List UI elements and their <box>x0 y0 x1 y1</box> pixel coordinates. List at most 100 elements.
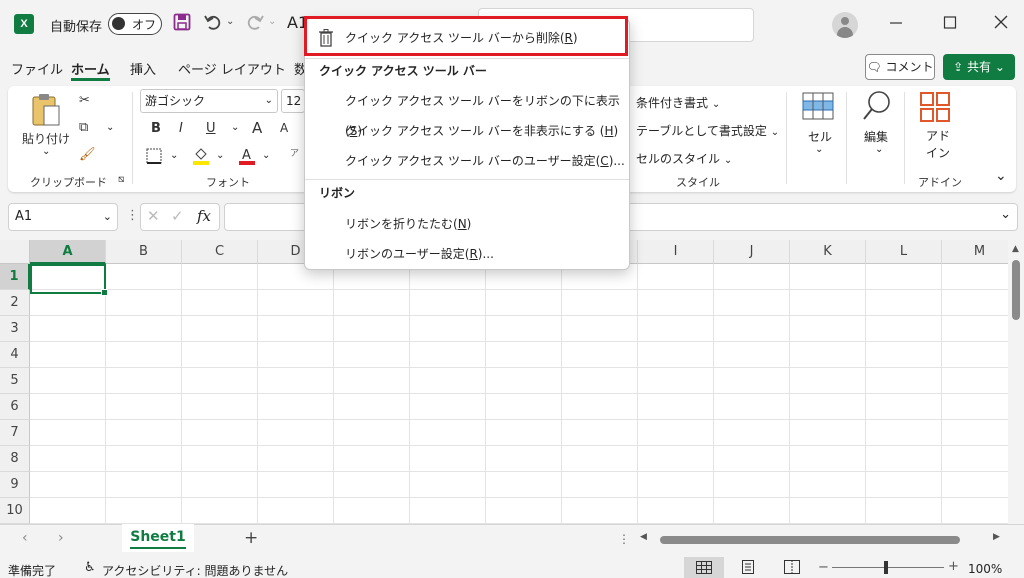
borders-dropdown-icon[interactable]: ⌄ <box>170 150 178 161</box>
scroll-up-icon[interactable]: ▲ <box>1012 244 1019 254</box>
row-header[interactable]: 3 <box>0 316 30 342</box>
font-size-select[interactable]: 12 <box>281 89 305 113</box>
hide-qat-item[interactable]: クイック アクセス ツール バーを非表示にする (H) <box>305 116 629 146</box>
column-header[interactable]: B <box>106 240 182 264</box>
autosave-toggle[interactable]: オフ <box>108 13 162 35</box>
undo-icon[interactable] <box>202 12 224 36</box>
fill-dropdown-icon[interactable]: ⌄ <box>216 150 224 161</box>
undo-dropdown-icon[interactable]: ⌄ <box>226 16 234 27</box>
maximize-icon[interactable] <box>940 13 960 35</box>
tab-home[interactable]: ホーム <box>71 59 110 81</box>
tab-insert[interactable]: 挿入 <box>130 59 156 81</box>
show-qat-below-ribbon-item[interactable]: クイック アクセス ツール バーをリボンの下に表示(S) <box>305 86 629 138</box>
column-header[interactable]: I <box>638 240 714 264</box>
zoom-slider-thumb[interactable] <box>884 561 888 574</box>
tab-page-layout[interactable]: ページ レイアウト <box>178 59 286 81</box>
page-break-view-icon[interactable] <box>784 560 800 577</box>
format-painter-icon[interactable]: 🖌 <box>79 147 96 162</box>
page-layout-view-icon[interactable] <box>740 560 756 577</box>
normal-view-button[interactable] <box>684 557 724 578</box>
font-color-dropdown-icon[interactable]: ⌄ <box>262 150 270 161</box>
column-header[interactable]: A <box>30 240 106 264</box>
avatar[interactable] <box>832 12 858 38</box>
row-header[interactable]: 5 <box>0 368 30 394</box>
copy-icon[interactable]: ⧉ <box>79 120 88 135</box>
worksheet-grid[interactable] <box>0 240 1024 524</box>
close-icon[interactable] <box>991 12 1011 36</box>
scroll-left-icon[interactable]: ◀ <box>640 532 647 542</box>
share-button[interactable]: ⇪ 共有 ⌄ <box>943 54 1015 80</box>
redo-icon[interactable] <box>244 12 266 36</box>
search-icon[interactable] <box>862 90 892 125</box>
accessibility-status[interactable]: アクセシビリティ: 問題ありません <box>102 562 288 578</box>
ribbon-expand-icon[interactable]: ⌄ <box>995 168 1007 184</box>
redo-dropdown-icon[interactable]: ⌄ <box>268 16 276 27</box>
row-header[interactable]: 7 <box>0 420 30 446</box>
cut-icon[interactable]: ✂ <box>79 93 90 108</box>
paste-icon[interactable] <box>30 92 62 131</box>
addins-icon[interactable] <box>920 92 950 125</box>
cells-icon[interactable] <box>802 92 834 123</box>
zoom-out-icon[interactable]: − <box>818 560 829 575</box>
cancel-icon[interactable]: ✕ <box>147 207 160 225</box>
column-header[interactable]: M <box>942 240 1018 264</box>
collapse-ribbon-item[interactable]: リボンを折りたたむ(N) <box>305 209 629 239</box>
editing-label[interactable]: 編集 <box>864 128 888 145</box>
zoom-slider[interactable] <box>832 567 944 568</box>
conditional-format-button[interactable]: 条件付き書式 ⌄ <box>636 94 720 111</box>
sheet-tab[interactable]: Sheet1 <box>122 524 194 552</box>
enter-icon[interactable]: ✓ <box>171 207 184 225</box>
more-icon[interactable]: ⋮ <box>618 532 630 546</box>
row-header[interactable]: 9 <box>0 472 30 498</box>
column-header[interactable]: K <box>790 240 866 264</box>
font-color-icon[interactable]: A <box>238 146 256 169</box>
row-header[interactable]: 1 <box>0 264 30 290</box>
row-header[interactable]: 8 <box>0 446 30 472</box>
cell-styles-button[interactable]: セルのスタイル ⌄ <box>636 150 732 167</box>
column-header[interactable]: C <box>182 240 258 264</box>
column-header[interactable]: L <box>866 240 942 264</box>
copy-dropdown-icon[interactable]: ⌄ <box>106 122 114 133</box>
insert-function-button[interactable]: fx <box>197 207 211 225</box>
underline-button[interactable]: U <box>206 121 216 136</box>
row-header[interactable]: 2 <box>0 290 30 316</box>
customize-ribbon-item[interactable]: リボンのユーザー設定(R)... <box>305 239 629 269</box>
prev-sheet-icon[interactable]: ‹ <box>22 530 28 546</box>
cells-dropdown-icon[interactable]: ⌄ <box>815 144 823 155</box>
row-header[interactable]: 10 <box>0 498 30 524</box>
paste-dropdown-icon[interactable]: ⌄ <box>42 146 50 157</box>
borders-icon[interactable] <box>146 148 162 167</box>
more-icon[interactable]: ⋮ <box>126 208 139 223</box>
minimize-icon[interactable] <box>886 12 906 36</box>
row-header[interactable]: 4 <box>0 342 30 368</box>
scroll-right-icon[interactable]: ▶ <box>993 532 1000 542</box>
editing-dropdown-icon[interactable]: ⌄ <box>875 144 883 155</box>
paste-label[interactable]: 貼り付け <box>22 130 70 147</box>
horizontal-scroll-thumb[interactable] <box>660 536 960 544</box>
zoom-in-icon[interactable]: + <box>948 559 959 574</box>
shrink-font-button[interactable]: A <box>280 121 288 135</box>
phonetic-icon[interactable]: ア <box>290 146 299 159</box>
addins-label[interactable]: アド イン <box>926 128 950 162</box>
clipboard-launcher-icon[interactable]: ⧅ <box>118 174 124 185</box>
selected-cell[interactable] <box>30 264 108 296</box>
next-sheet-icon[interactable]: › <box>58 530 64 546</box>
grow-font-button[interactable]: A <box>252 119 262 137</box>
fill-color-icon[interactable] <box>192 146 210 169</box>
add-sheet-button[interactable]: + <box>244 528 258 548</box>
select-all-button[interactable] <box>0 240 30 264</box>
format-as-table-button[interactable]: テーブルとして書式設定 ⌄ <box>636 122 779 139</box>
row-header[interactable]: 6 <box>0 394 30 420</box>
vertical-scrollbar[interactable]: ▲ <box>1008 240 1024 524</box>
chevron-down-icon[interactable]: ⌄ <box>1000 207 1011 222</box>
bold-button[interactable]: B <box>151 121 161 136</box>
save-icon[interactable] <box>172 13 192 35</box>
scroll-thumb[interactable] <box>1012 260 1020 320</box>
italic-button[interactable]: I <box>179 121 183 136</box>
customize-qat-item[interactable]: クイック アクセス ツール バーのユーザー設定(C)... <box>305 146 629 176</box>
comment-button[interactable]: 🗨 コメント <box>865 54 935 80</box>
column-header[interactable]: J <box>714 240 790 264</box>
font-name-select[interactable]: 游ゴシック ⌄ <box>140 89 278 113</box>
tab-file[interactable]: ファイル <box>11 59 63 81</box>
cells-label[interactable]: セル <box>808 128 832 145</box>
